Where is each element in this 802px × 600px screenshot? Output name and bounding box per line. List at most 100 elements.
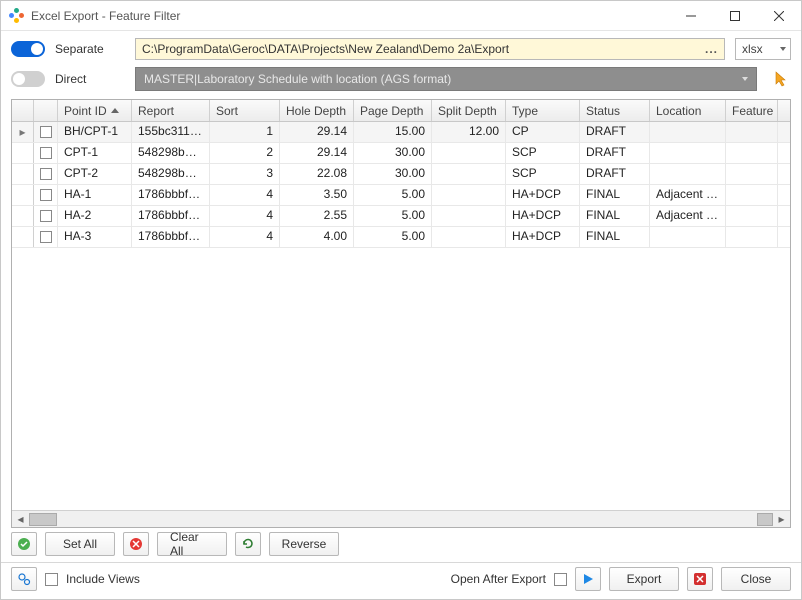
cell-location: Adjacent brid... [650, 206, 726, 226]
row-indicator [12, 164, 34, 184]
column-pagedepth[interactable]: Page Depth [354, 100, 432, 121]
row-checkbox[interactable] [34, 185, 58, 205]
scrollbar-thumb[interactable] [29, 513, 57, 526]
window-title: Excel Export - Feature Filter [31, 9, 669, 23]
settings-button[interactable] [11, 567, 37, 591]
table-row[interactable]: HA-21786bbbf-2c...42.555.00HA+DCPFINALAd… [12, 206, 790, 227]
row-checkbox[interactable] [34, 122, 58, 142]
cell-feature [726, 143, 778, 163]
close-button[interactable]: Close [721, 567, 791, 591]
grid-body: ▸BH/CPT-1155bc311-a4...129.1415.0012.00C… [12, 122, 790, 510]
cell-holedepth: 29.14 [280, 143, 354, 163]
setall-button[interactable]: Set All [45, 532, 115, 556]
cell-holedepth: 4.00 [280, 227, 354, 247]
cell-location [650, 164, 726, 184]
cursor-icon [773, 70, 791, 88]
cell-type: SCP [506, 143, 580, 163]
cell-pagedepth: 5.00 [354, 206, 432, 226]
cell-splitdepth [432, 227, 506, 247]
scroll-left-icon[interactable]: ◂ [12, 511, 29, 528]
cell-sort: 4 [210, 206, 280, 226]
close-icon-button[interactable] [687, 567, 713, 591]
row-checkbox[interactable] [34, 143, 58, 163]
cell-splitdepth [432, 185, 506, 205]
row-indicator [12, 227, 34, 247]
export-button[interactable]: Export [609, 567, 679, 591]
clearall-icon-button[interactable] [123, 532, 149, 556]
cell-type: HA+DCP [506, 227, 580, 247]
column-report[interactable]: Report [132, 100, 210, 121]
export-path-input[interactable]: C:\ProgramData\Geroc\DATA\Projects\New Z… [135, 38, 725, 60]
column-sort[interactable]: Sort [210, 100, 280, 121]
chevron-down-icon [742, 77, 748, 81]
cell-report: 155bc311-a4... [132, 122, 210, 142]
scroll-right-icon[interactable]: ▸ [773, 511, 790, 528]
close-square-icon [693, 572, 707, 586]
reverse-button[interactable]: Reverse [269, 532, 339, 556]
table-row[interactable]: ▸BH/CPT-1155bc311-a4...129.1415.0012.00C… [12, 122, 790, 143]
row-checkbox[interactable] [34, 227, 58, 247]
table-row[interactable]: HA-11786bbbf-2c...43.505.00HA+DCPFINALAd… [12, 185, 790, 206]
cell-holedepth: 29.14 [280, 122, 354, 142]
cell-feature [726, 185, 778, 205]
reverse-icon-button[interactable] [235, 532, 261, 556]
setall-icon-button[interactable] [11, 532, 37, 556]
minimize-button[interactable] [669, 2, 713, 30]
include-views-label: Include Views [66, 572, 140, 586]
column-splitdepth[interactable]: Split Depth [432, 100, 506, 121]
cell-feature [726, 164, 778, 184]
row-indicator-header [12, 100, 34, 121]
export-icon-button[interactable] [575, 567, 601, 591]
cell-type: HA+DCP [506, 185, 580, 205]
direct-toggle[interactable] [11, 71, 45, 87]
clearall-button[interactable]: Clear All [157, 532, 227, 556]
horizontal-scrollbar[interactable]: ◂ ▸ [12, 510, 790, 527]
cell-location [650, 143, 726, 163]
cell-type: SCP [506, 164, 580, 184]
cell-pagedepth: 30.00 [354, 164, 432, 184]
format-select[interactable]: xlsx [735, 38, 791, 60]
row-checkbox[interactable] [34, 164, 58, 184]
include-views-checkbox[interactable] [45, 573, 58, 586]
format-value: xlsx [742, 42, 763, 56]
table-row[interactable]: CPT-2548298b2-80...322.0830.00SCPDRAFT [12, 164, 790, 185]
column-status[interactable]: Status [580, 100, 650, 121]
scrollbar-right-gap [757, 513, 773, 526]
column-pointid[interactable]: Point ID [58, 100, 132, 121]
browse-button[interactable]: ... [705, 42, 718, 56]
cell-report: 1786bbbf-2c... [132, 206, 210, 226]
cell-report: 548298b2-80... [132, 143, 210, 163]
cell-holedepth: 22.08 [280, 164, 354, 184]
column-feature[interactable]: Feature [726, 100, 778, 121]
close-window-button[interactable] [757, 2, 801, 30]
separate-toggle[interactable] [11, 41, 45, 57]
refresh-icon [241, 537, 255, 551]
cell-status: DRAFT [580, 143, 650, 163]
cell-report: 1786bbbf-2c... [132, 185, 210, 205]
separate-label: Separate [55, 42, 125, 56]
cell-feature [726, 227, 778, 247]
open-after-label: Open After Export [451, 572, 546, 586]
table-row[interactable]: CPT-1548298b2-80...229.1430.00SCPDRAFT [12, 143, 790, 164]
row-checkbox[interactable] [34, 206, 58, 226]
feature-grid: Point ID Report Sort Hole Depth Page Dep… [11, 99, 791, 528]
cell-holedepth: 2.55 [280, 206, 354, 226]
cell-pagedepth: 15.00 [354, 122, 432, 142]
column-location[interactable]: Location [650, 100, 726, 121]
cell-pointid: HA-2 [58, 206, 132, 226]
chevron-down-icon [780, 47, 786, 51]
maximize-button[interactable] [713, 2, 757, 30]
titlebar: Excel Export - Feature Filter [1, 1, 801, 31]
cell-sort: 2 [210, 143, 280, 163]
column-type[interactable]: Type [506, 100, 580, 121]
checkbox-header[interactable] [34, 100, 58, 121]
table-row[interactable]: HA-31786bbbf-2c...44.005.00HA+DCPFINAL [12, 227, 790, 248]
cell-feature [726, 122, 778, 142]
column-holedepth[interactable]: Hole Depth [280, 100, 354, 121]
cell-report: 1786bbbf-2c... [132, 227, 210, 247]
template-select[interactable]: MASTER|Laboratory Schedule with location… [135, 67, 757, 91]
cell-location [650, 122, 726, 142]
open-after-checkbox[interactable] [554, 573, 567, 586]
cell-pagedepth: 5.00 [354, 185, 432, 205]
template-value: MASTER|Laboratory Schedule with location… [144, 72, 451, 86]
